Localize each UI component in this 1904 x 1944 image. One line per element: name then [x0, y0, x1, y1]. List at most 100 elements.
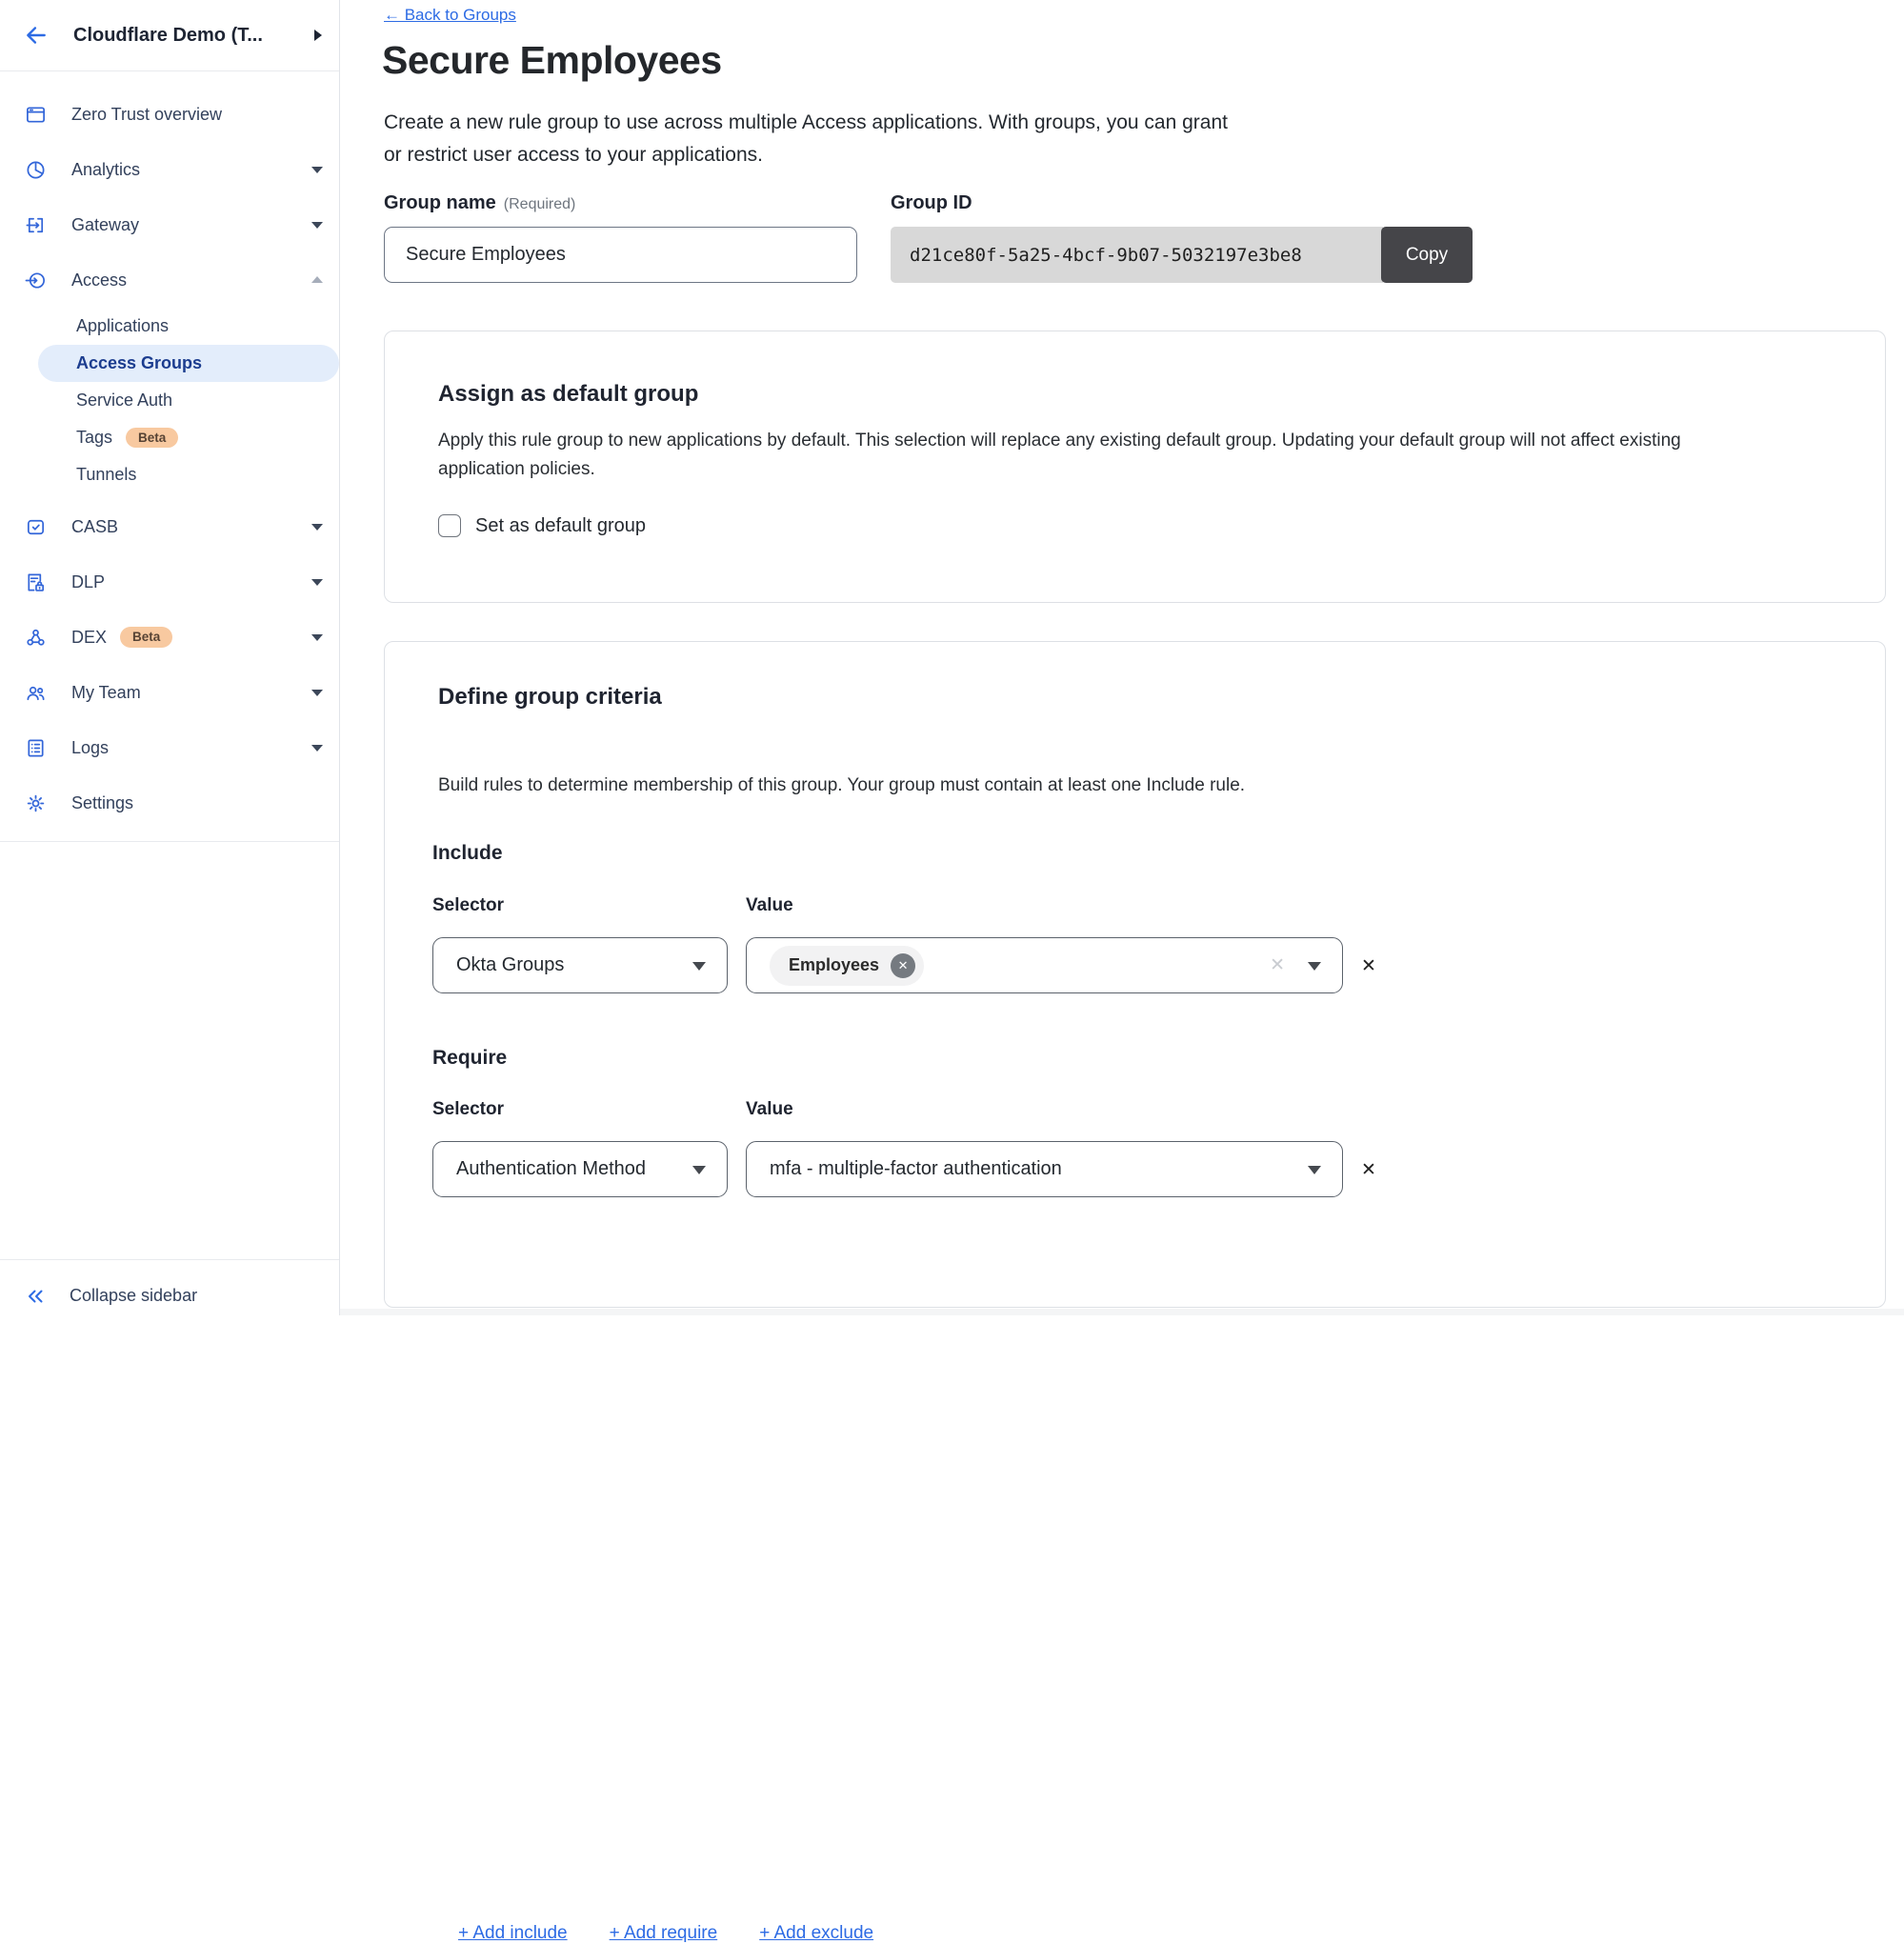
- chevron-right-icon: [314, 30, 322, 41]
- sidebar-item-access-groups[interactable]: Access Groups: [38, 345, 339, 382]
- sidebar-item-casb[interactable]: CASB: [0, 499, 339, 554]
- sidebar-item-gateway[interactable]: Gateway: [0, 197, 339, 252]
- page-description: Create a new rule group to use across mu…: [384, 107, 1228, 171]
- set-default-group-label: Set as default group: [475, 515, 646, 537]
- add-require-link[interactable]: + Add require: [610, 1923, 718, 1944]
- add-exclude-link[interactable]: + Add exclude: [759, 1923, 873, 1944]
- chevron-up-icon[interactable]: [311, 276, 323, 283]
- account-name: Cloudflare Demo (T...: [73, 25, 314, 47]
- gear-icon: [24, 792, 47, 814]
- access-icon: [24, 269, 47, 291]
- remove-require-rule-button[interactable]: ✕: [1356, 1157, 1381, 1182]
- define-group-criteria-card: Define group criteria Build rules to det…: [384, 641, 1886, 1308]
- page-title: Secure Employees: [382, 38, 722, 83]
- clear-value-icon[interactable]: ✕: [1270, 954, 1285, 976]
- sidebar-item-label: DEX: [71, 628, 107, 648]
- sidebar-item-zero-trust-overview[interactable]: Zero Trust overview: [0, 87, 339, 142]
- dropdown-caret-icon: [692, 962, 706, 971]
- require-value-label: Value: [746, 1099, 793, 1120]
- sidebar-item-applications[interactable]: Applications: [0, 308, 339, 345]
- page-description-line2: or restrict user access to your applicat…: [384, 144, 763, 166]
- include-heading: Include: [432, 842, 503, 865]
- beta-badge: Beta: [126, 428, 178, 449]
- include-value-label: Value: [746, 895, 793, 916]
- sidebar-item-access[interactable]: Access: [0, 252, 339, 308]
- casb-icon: [24, 515, 47, 538]
- sidebar-item-label: Analytics: [71, 160, 140, 180]
- assign-default-group-description: Apply this rule group to new application…: [438, 427, 1681, 484]
- define-group-criteria-heading: Define group criteria: [438, 684, 662, 711]
- required-hint: (Required): [504, 196, 576, 212]
- page-description-line1: Create a new rule group to use across mu…: [384, 111, 1228, 133]
- group-name-field: Group name (Required): [384, 192, 857, 283]
- chevron-down-icon[interactable]: [311, 222, 323, 229]
- sidebar-item-label: CASB: [71, 517, 118, 537]
- require-heading: Require: [432, 1047, 507, 1070]
- sidebar-item-label: Gateway: [71, 215, 139, 235]
- viewport-bottom-edge: [340, 1309, 1904, 1315]
- copy-button[interactable]: Copy: [1381, 227, 1473, 283]
- sidebar-item-label: DLP: [71, 572, 105, 592]
- chevron-down-icon[interactable]: [311, 524, 323, 531]
- assign-default-group-heading: Assign as default group: [438, 381, 698, 408]
- sidebar-item-tunnels[interactable]: Tunnels: [0, 456, 339, 493]
- sidebar-item-dlp[interactable]: DLP: [0, 554, 339, 610]
- require-value-dropdown[interactable]: mfa - multiple-factor authentication: [746, 1141, 1343, 1197]
- sidebar-item-service-auth[interactable]: Service Auth: [0, 382, 339, 419]
- window-icon: [24, 103, 47, 126]
- main-content: ← Back to Groups Secure Employees Create…: [340, 0, 1904, 1315]
- group-id-row: d21ce80f-5a25-4bcf-9b07-5032197e3be8 Cop…: [891, 227, 1473, 283]
- gateway-icon: [24, 213, 47, 236]
- require-selector-dropdown[interactable]: Authentication Method: [432, 1141, 728, 1197]
- sidebar-item-settings[interactable]: Settings: [0, 775, 339, 831]
- chevron-down-icon[interactable]: [311, 579, 323, 586]
- remove-include-rule-button[interactable]: ✕: [1356, 953, 1381, 978]
- dropdown-caret-icon: [1308, 962, 1321, 971]
- sidebar-item-tags[interactable]: Tags Beta: [0, 419, 339, 456]
- group-id-field: Group ID d21ce80f-5a25-4bcf-9b07-5032197…: [891, 192, 1473, 283]
- require-selector-value: Authentication Method: [456, 1158, 646, 1180]
- sidebar-item-label: My Team: [71, 683, 141, 703]
- chevron-down-icon[interactable]: [311, 167, 323, 173]
- sidebar-item-logs[interactable]: Logs: [0, 720, 339, 775]
- chip-remove-icon[interactable]: ✕: [891, 953, 915, 978]
- collapse-sidebar-button[interactable]: Collapse sidebar: [0, 1276, 339, 1315]
- include-selector-dropdown[interactable]: Okta Groups: [432, 937, 728, 993]
- add-include-link[interactable]: + Add include: [458, 1923, 568, 1944]
- group-name-input[interactable]: [384, 227, 857, 283]
- sidebar-item-dex[interactable]: DEX Beta: [0, 610, 339, 665]
- sidebar-item-label: Access Groups: [76, 353, 202, 373]
- document-lock-icon: [24, 571, 47, 593]
- double-chevron-left-icon: [24, 1285, 47, 1308]
- chevron-down-icon[interactable]: [311, 745, 323, 752]
- set-default-group-option[interactable]: Set as default group: [438, 514, 646, 537]
- include-value-dropdown[interactable]: Employees ✕ ✕: [746, 937, 1343, 993]
- include-selector-label: Selector: [432, 895, 504, 916]
- collapse-sidebar-label: Collapse sidebar: [70, 1286, 197, 1306]
- sidebar-item-label: Tags: [76, 428, 112, 448]
- network-nodes-icon: [24, 626, 47, 649]
- set-default-group-checkbox[interactable]: [438, 514, 461, 537]
- chevron-down-icon[interactable]: [311, 690, 323, 696]
- sidebar-nav: Zero Trust overview Analytics Gateway Ac…: [0, 71, 339, 831]
- assign-default-description-line1: Apply this rule group to new application…: [438, 431, 1681, 451]
- sidebar-item-analytics[interactable]: Analytics: [0, 142, 339, 197]
- dropdown-caret-icon: [1308, 1166, 1321, 1174]
- sidebar-item-label: Applications: [76, 316, 169, 336]
- back-to-groups-link[interactable]: ← Back to Groups: [384, 6, 516, 25]
- access-submenu: Applications Access Groups Service Auth …: [0, 308, 339, 493]
- account-switcher[interactable]: Cloudflare Demo (T...: [0, 0, 339, 71]
- sidebar: Cloudflare Demo (T... Zero Trust overvie…: [0, 0, 340, 1315]
- back-arrow-icon[interactable]: [24, 23, 49, 48]
- chevron-down-icon[interactable]: [311, 634, 323, 641]
- group-id-value: d21ce80f-5a25-4bcf-9b07-5032197e3be8: [891, 227, 1383, 283]
- sidebar-item-label: Access: [71, 271, 127, 291]
- assign-default-description-line2: application policies.: [438, 459, 595, 479]
- sidebar-item-label: Settings: [71, 793, 133, 813]
- sidebar-item-label: Logs: [71, 738, 109, 758]
- group-name-label: Group name: [384, 192, 496, 213]
- sidebar-item-my-team[interactable]: My Team: [0, 665, 339, 720]
- sidebar-divider: [0, 841, 339, 842]
- include-selector-value: Okta Groups: [456, 954, 564, 976]
- define-group-criteria-description: Build rules to determine membership of t…: [438, 772, 1245, 800]
